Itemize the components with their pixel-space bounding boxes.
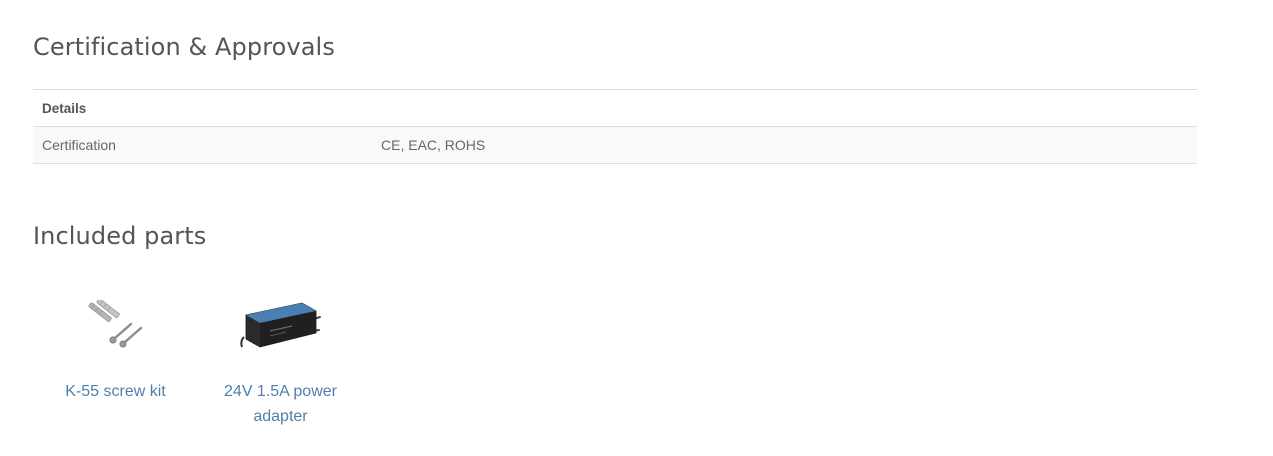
table-header-row: Details — [33, 89, 1197, 127]
part-label[interactable]: 24V 1.5A power adapter — [218, 379, 343, 429]
included-parts-list: K-55 screw kit 24V 1.5A power adapter — [33, 280, 363, 429]
part-screw-kit[interactable]: K-55 screw kit — [33, 280, 198, 429]
screw-kit-image[interactable] — [66, 280, 166, 370]
certification-label: Certification — [33, 126, 372, 164]
part-label[interactable]: K-55 screw kit — [53, 379, 178, 404]
certification-table: Details Certification CE, EAC, ROHS — [33, 89, 1197, 164]
table-header-details: Details — [33, 89, 1197, 127]
power-adapter-image[interactable] — [231, 280, 331, 370]
certification-title: Certification & Approvals — [33, 33, 335, 61]
table-row: Certification CE, EAC, ROHS — [33, 126, 1197, 164]
included-parts-title: Included parts — [33, 222, 207, 250]
part-power-adapter[interactable]: 24V 1.5A power adapter — [198, 280, 363, 429]
certification-value: CE, EAC, ROHS — [372, 126, 1197, 164]
